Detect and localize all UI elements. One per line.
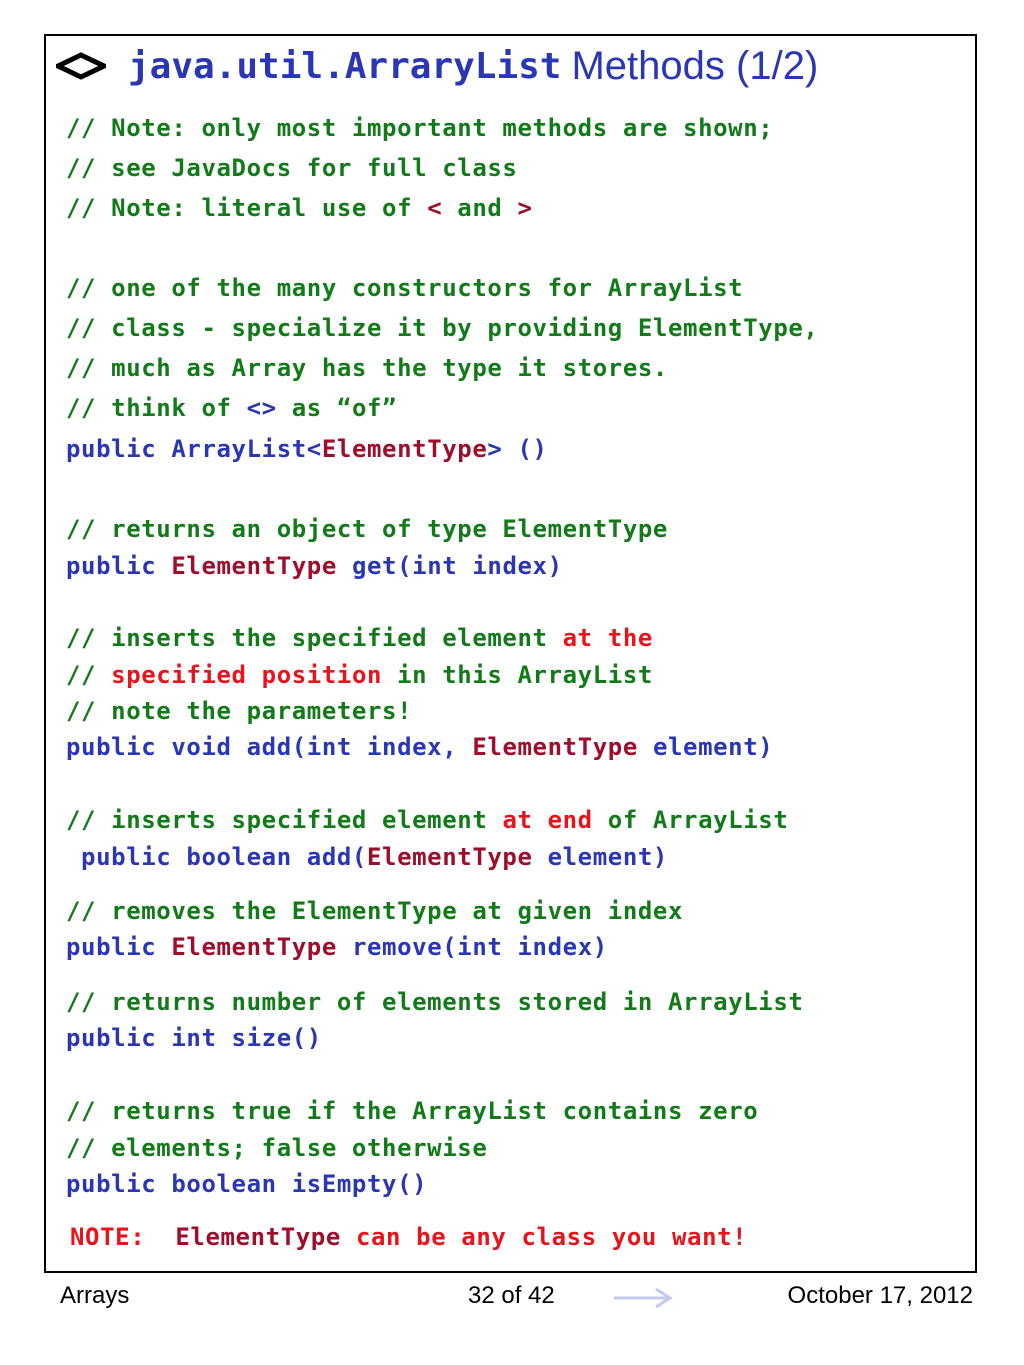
code-segment: public ArrayList< [66, 435, 322, 463]
code-line-add-index-comment-2: // specified position in this ArrayList [66, 660, 653, 690]
code-segment: at the [562, 624, 653, 652]
code-segment: // returns true if the ArrayList contain… [66, 1097, 759, 1125]
code-line-isempty-comment-1: // returns true if the ArrayList contain… [66, 1096, 758, 1126]
code-segment: can be any class you want! [340, 1223, 748, 1251]
footer-page-number: 32 of 42 [468, 1282, 555, 1309]
code-line-add-index-comment-3: // note the parameters! [66, 696, 412, 726]
code-segment: at end [502, 806, 593, 834]
code-line-get-signature: public ElementType get(int index) [66, 551, 563, 581]
right-arrow-icon[interactable] [614, 1287, 674, 1309]
code-segment: as “of” [276, 394, 398, 422]
code-segment: ElementType [321, 435, 488, 463]
code-line-add-index-comment-1: // inserts the specified element at the [66, 623, 653, 653]
code-segment: ElementType [171, 933, 337, 961]
code-line-note-2: // see JavaDocs for full class [66, 153, 517, 183]
code-segment: // much as Array has the type it stores. [66, 354, 668, 382]
code-segment: // inserts specified element [66, 806, 503, 834]
code-segment: public boolean isEmpty() [66, 1170, 428, 1198]
code-line-constructor-signature: public ArrayList<ElementType> () [66, 434, 548, 464]
code-segment: ElementType [171, 552, 337, 580]
code-segment: NOTE: [70, 1223, 176, 1251]
code-line-size-signature: public int size() [66, 1023, 322, 1053]
code-segment: // elements; false otherwise [66, 1134, 488, 1162]
code-segment: // class - specialize it by providing El… [66, 314, 819, 342]
code-line-get-comment: // returns an object of type ElementType [66, 514, 668, 544]
code-line-size-comment: // returns number of elements stored in … [66, 987, 803, 1017]
code-segment: < [427, 194, 443, 222]
footer-section-name: Arrays [60, 1282, 130, 1309]
code-segment: <> [246, 394, 277, 422]
code-segment: specified position [111, 661, 383, 689]
code-segment: // one of the many constructors for Arra… [66, 274, 744, 302]
code-segment: // note the parameters! [66, 697, 413, 725]
code-line-remove-comment: // removes the ElementType at given inde… [66, 896, 683, 926]
code-line-add-index-signature: public void add(int index, ElementType e… [66, 732, 773, 762]
code-segment: // inserts the specified element [66, 624, 563, 652]
code-line-constructor-comment-3: // much as Array has the type it stores. [66, 353, 668, 383]
code-segment: public int size() [66, 1024, 322, 1052]
code-line-constructor-comment-1: // one of the many constructors for Arra… [66, 273, 743, 303]
title-code: java.util.ArraryList [128, 45, 562, 87]
code-segment: element) [532, 843, 668, 871]
code-segment: in this ArrayList [382, 661, 653, 689]
code-line-final-note: NOTE: ElementType can be any class you w… [70, 1222, 747, 1252]
code-segment: and [442, 194, 518, 222]
code-line-note-3: // Note: literal use of < and > [66, 193, 533, 223]
code-segment: // [66, 661, 112, 689]
code-line-add-end-signature: public boolean add(ElementType element) [66, 842, 668, 872]
footer-date: October 17, 2012 [787, 1282, 973, 1309]
code-segment: element) [637, 733, 774, 761]
code-line-constructor-comment-4: // think of <> as “of” [66, 393, 397, 423]
code-segment: // returns number of elements stored in … [66, 988, 804, 1016]
code-segment: ElementType [366, 843, 533, 871]
code-segment: // removes the ElementType at given inde… [66, 897, 684, 925]
code-segment: public boolean add( [66, 843, 367, 871]
code-line-note-1: // Note: only most important methods are… [66, 113, 773, 143]
code-line-isempty-signature: public boolean isEmpty() [66, 1169, 427, 1199]
code-segment: public void add(int index, [66, 733, 473, 761]
code-segment: get(int index) [336, 552, 563, 580]
code-line-constructor-comment-2: // class - specialize it by providing El… [66, 313, 818, 343]
code-line-remove-signature: public ElementType remove(int index) [66, 932, 608, 962]
code-segment: // think of [66, 394, 247, 422]
code-segment: public [66, 552, 172, 580]
code-segment: // Note: literal use of [66, 194, 428, 222]
diamond-bullet-icon [56, 52, 106, 80]
code-segment: ElementType [472, 733, 638, 761]
code-segment: public [66, 933, 172, 961]
code-segment: ElementType [175, 1223, 341, 1251]
code-line-isempty-comment-2: // elements; false otherwise [66, 1133, 487, 1163]
code-segment: of ArrayList [592, 806, 789, 834]
code-line-add-end-comment: // inserts specified element at end of A… [66, 805, 788, 835]
slide-title: java.util.ArraryList Methods (1/2) [56, 38, 818, 94]
title-text: Methods (1/2) [571, 43, 819, 88]
code-segment: > () [487, 435, 548, 463]
code-segment: remove(int index) [336, 933, 608, 961]
code-segment: // returns an object of type ElementType [66, 515, 668, 543]
code-segment: // Note: only most important methods are… [66, 114, 774, 142]
code-segment: > [517, 194, 533, 222]
code-segment: // see JavaDocs for full class [66, 154, 518, 182]
